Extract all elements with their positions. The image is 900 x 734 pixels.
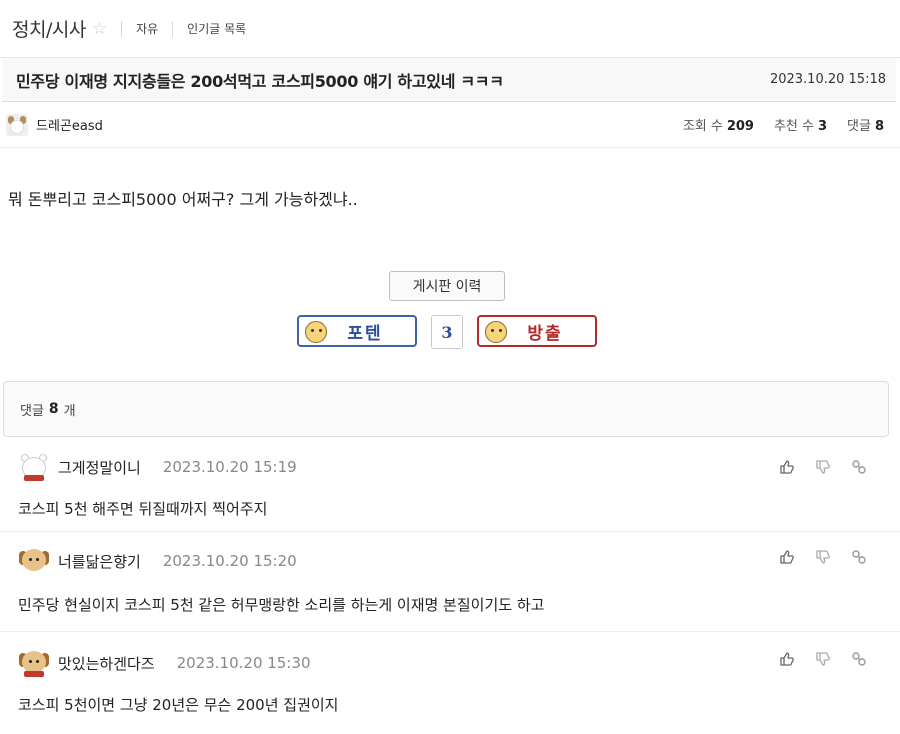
views-label: 조회 수 xyxy=(682,119,723,134)
upvote-label: 포텐 xyxy=(347,323,383,344)
author-bar: 드레곤easd 조회 수 209 추천 수3 댓글 8 xyxy=(0,102,900,148)
board-title[interactable]: 정치/시사 xyxy=(12,15,86,42)
dog-eye xyxy=(29,558,32,561)
star-icon[interactable]: ☆ xyxy=(92,19,107,39)
comment-author[interactable]: 너를닮은향기 xyxy=(58,551,141,572)
dog-eye xyxy=(36,660,39,663)
divider xyxy=(172,20,174,37)
downvote-button[interactable]: 방출 xyxy=(477,315,597,347)
scarf xyxy=(24,671,44,677)
avatar[interactable] xyxy=(18,647,50,679)
board-header: 정치/시사 ☆ 자유 인기글 목록 xyxy=(0,0,900,58)
post-date: 2023.10.20 15:18 xyxy=(769,72,886,87)
comment-actions xyxy=(778,650,868,668)
post-title-bar: 민주당 이재명 지지층들은 200석먹고 코스피5000 얘기 하고있네 ㅋㅋㅋ… xyxy=(2,58,896,102)
thumbs-up-icon[interactable] xyxy=(778,458,796,476)
recommends-stat: 추천 수3 xyxy=(774,115,827,134)
comment-author[interactable]: 맛있는하겐다즈 xyxy=(58,653,155,674)
link-popular-list[interactable]: 인기글 목록 xyxy=(187,20,246,37)
comment-date: 2023.10.20 15:30 xyxy=(176,654,311,672)
post-stats: 조회 수 209 추천 수3 댓글 8 xyxy=(683,115,884,134)
thumbs-down-icon[interactable] xyxy=(814,548,832,566)
avatar[interactable] xyxy=(18,545,50,577)
comment-text: 코스피 5천 해주면 뒤질때까지 찍어주지 xyxy=(18,500,268,518)
comments-label: 댓글 xyxy=(847,119,871,134)
comment-item: 너를닮은향기 2023.10.20 15:20 민주당 현실이지 코스피 5천 … xyxy=(0,532,900,632)
frown-face-icon xyxy=(485,321,507,343)
comment-text: 민주당 현실이지 코스피 5천 같은 허무맹랑한 소리를 하는게 이재명 본질이… xyxy=(18,596,545,614)
views-stat: 조회 수 209 xyxy=(683,115,754,134)
thumbs-up-icon[interactable] xyxy=(778,548,796,566)
dog-eye xyxy=(36,558,39,561)
smile-face-icon xyxy=(305,321,327,343)
comment-actions xyxy=(778,548,868,566)
comments-count: 8 xyxy=(874,119,884,134)
comment-date: 2023.10.20 15:20 xyxy=(162,552,297,570)
downvote-label: 방출 xyxy=(527,323,563,344)
post-body: 뭐 돈뿌리고 코스피5000 어쩌구? 그게 가능하겠냐.. xyxy=(8,190,358,209)
divider xyxy=(121,20,123,37)
dog-face xyxy=(22,549,46,571)
link-icon[interactable] xyxy=(850,458,868,476)
avatar-face xyxy=(10,119,24,134)
comment-head: 맛있는하겐다즈 2023.10.20 15:30 xyxy=(18,646,311,680)
scarf xyxy=(24,475,44,481)
link-icon[interactable] xyxy=(850,650,868,668)
comment-item: 맛있는하겐다즈 2023.10.20 15:30 코스피 5천이면 그냥 20년… xyxy=(0,632,900,734)
author-name[interactable]: 드레곤easd xyxy=(36,115,103,134)
thumbs-down-icon[interactable] xyxy=(814,650,832,668)
comment-head: 너를닮은향기 2023.10.20 15:20 xyxy=(18,544,297,578)
views-count: 209 xyxy=(726,119,754,134)
recommends-label: 추천 수 xyxy=(773,119,814,134)
comment-count: 8 xyxy=(48,401,59,417)
comment-count-header: 댓글 8 개 xyxy=(3,381,889,437)
board-history-button[interactable]: 게시판 이력 xyxy=(389,271,505,301)
comment-label: 댓글 xyxy=(20,403,44,419)
link-icon[interactable] xyxy=(850,548,868,566)
comments-stat: 댓글 8 xyxy=(847,115,884,134)
avatar[interactable] xyxy=(6,113,28,136)
dog-face xyxy=(22,651,46,673)
upvote-button[interactable]: 포텐 xyxy=(297,315,417,347)
vote-count: 3 xyxy=(431,315,463,349)
post-title: 민주당 이재명 지지층들은 200석먹고 코스피5000 얘기 하고있네 ㅋㅋㅋ xyxy=(16,71,504,91)
comment-actions xyxy=(778,458,868,476)
thumbs-up-icon[interactable] xyxy=(778,650,796,668)
comment-date: 2023.10.20 15:19 xyxy=(162,458,297,476)
comment-item: 그게정말이니 2023.10.20 15:19 코스피 5천 해주면 뒤질때까지… xyxy=(0,450,900,532)
comment-head: 그게정말이니 2023.10.20 15:19 xyxy=(18,450,297,484)
comment-text: 코스피 5천이면 그냥 20년은 무슨 200년 집권이지 xyxy=(18,696,339,714)
avatar[interactable] xyxy=(18,451,50,483)
recommends-count: 3 xyxy=(817,119,828,134)
dog-eye xyxy=(29,660,32,663)
comment-unit: 개 xyxy=(63,403,76,419)
thumbs-down-icon[interactable] xyxy=(814,458,832,476)
comment-author[interactable]: 그게정말이니 xyxy=(58,457,141,478)
link-free-board[interactable]: 자유 xyxy=(136,20,158,37)
